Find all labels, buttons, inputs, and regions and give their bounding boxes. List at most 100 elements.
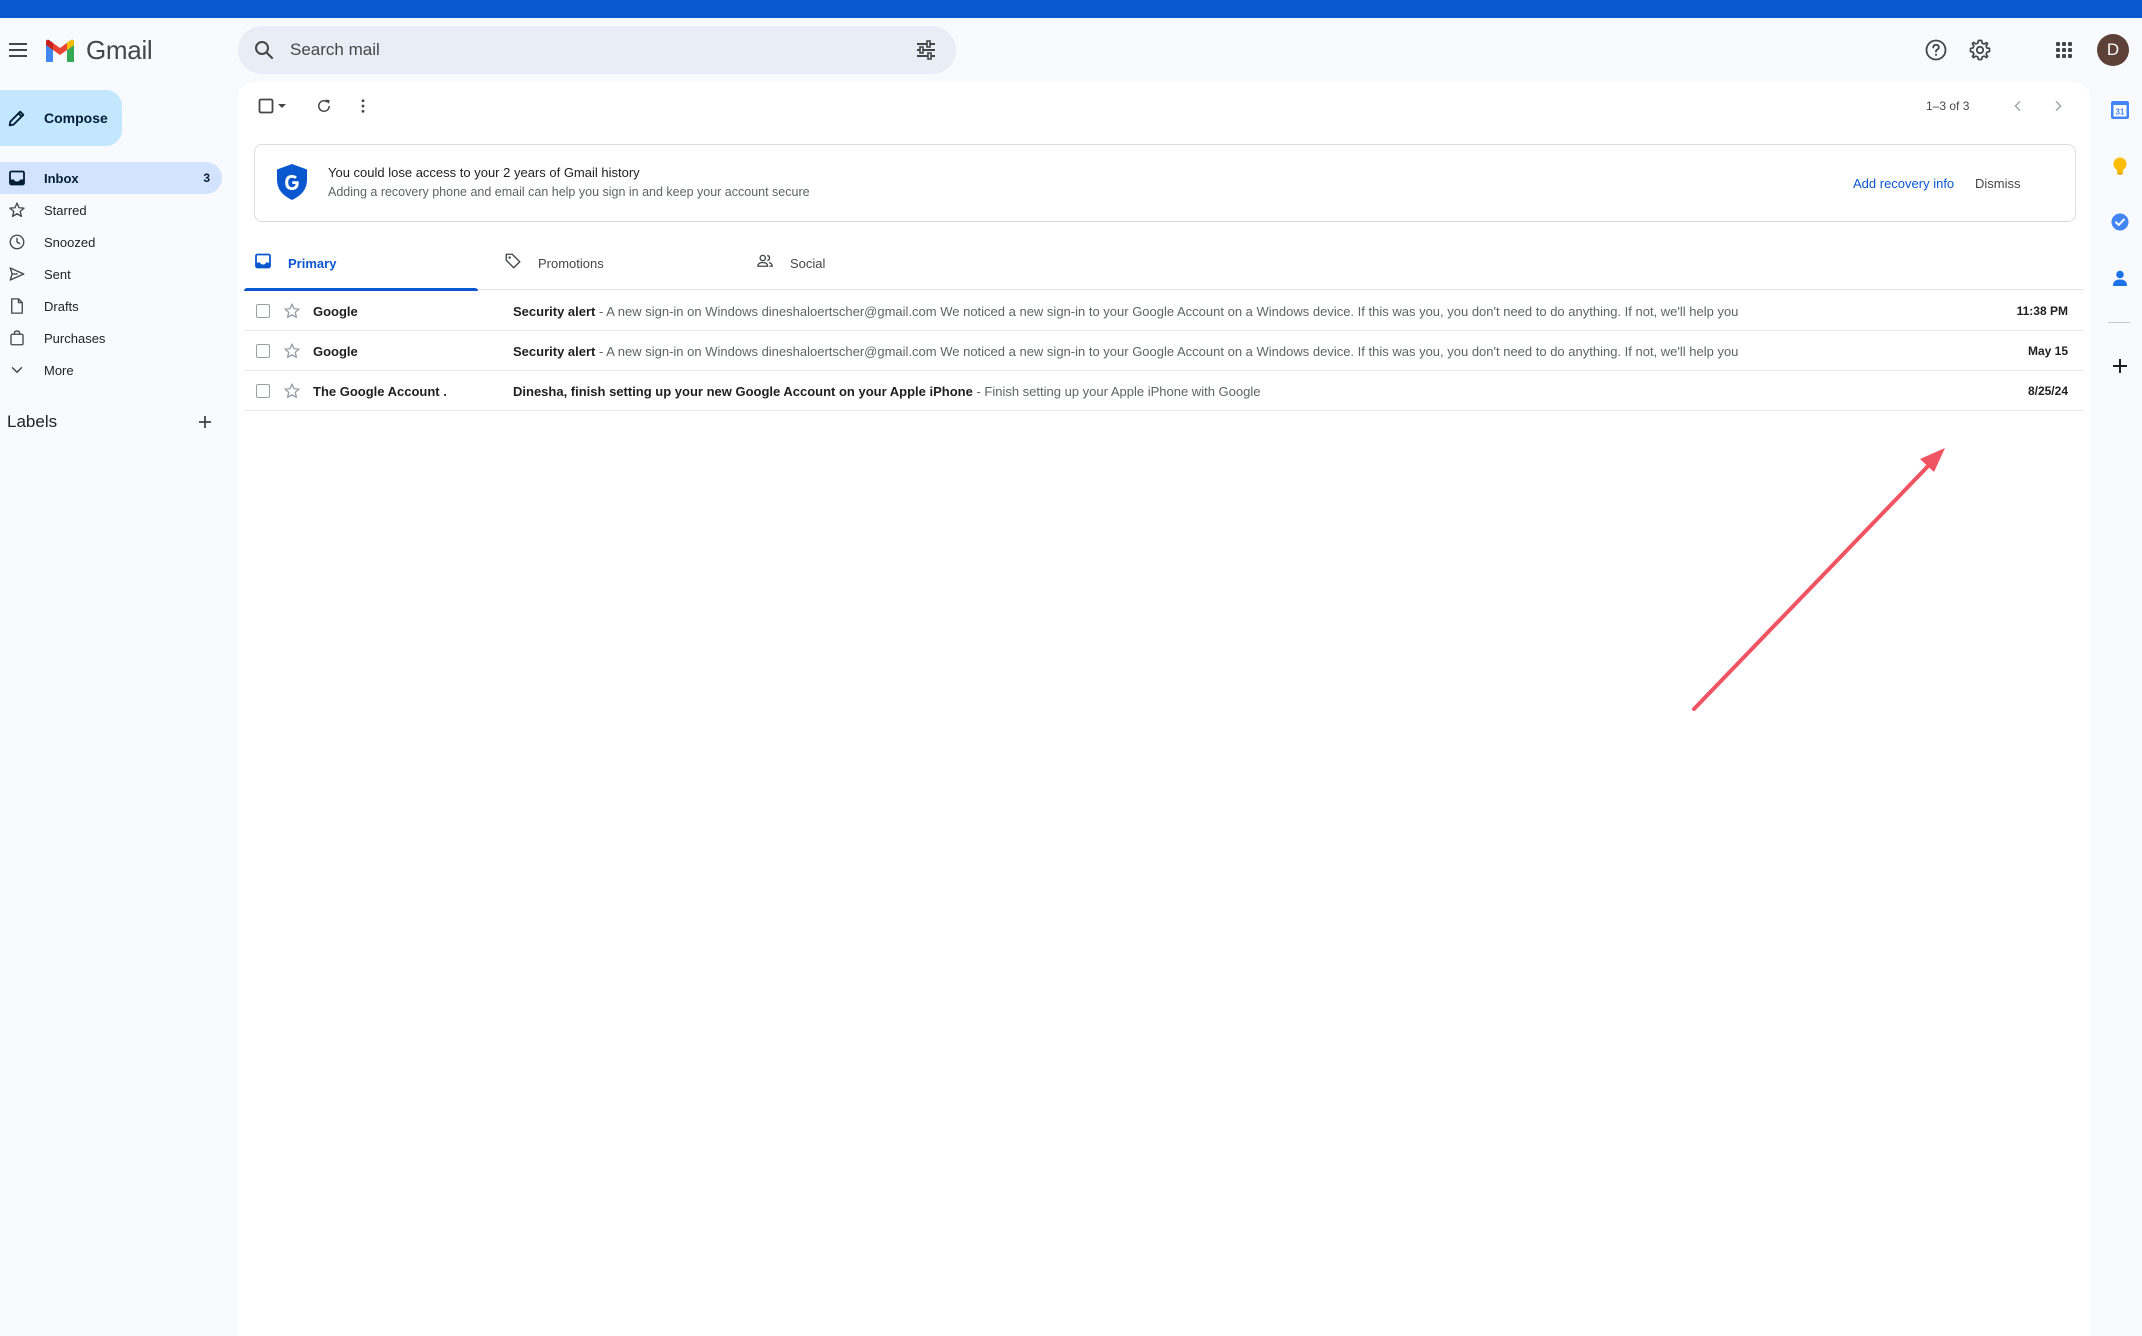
email-subject: Security alert bbox=[513, 344, 596, 359]
search-icon[interactable] bbox=[252, 38, 276, 62]
help-button[interactable] bbox=[1918, 32, 1954, 68]
email-date: 11:38 PM bbox=[2016, 304, 2068, 318]
contacts-app-button[interactable] bbox=[2108, 266, 2132, 290]
select-dropdown[interactable] bbox=[274, 94, 290, 118]
sidebar-item-starred[interactable]: Starred bbox=[0, 194, 222, 226]
star-icon[interactable] bbox=[283, 342, 301, 360]
email-subject: Dinesha, finish setting up your new Goog… bbox=[513, 384, 973, 399]
sidebar-item-label: Inbox bbox=[44, 170, 79, 186]
top-strip bbox=[0, 0, 2142, 18]
email-snippet: - Finish setting up your Apple iPhone wi… bbox=[972, 384, 1261, 399]
lightbulb-icon bbox=[2113, 157, 2127, 175]
banner-subtitle: Adding a recovery phone and email can he… bbox=[328, 185, 810, 199]
gmail-m-icon bbox=[46, 39, 74, 62]
more-vert-icon bbox=[361, 99, 365, 113]
tasks-check-icon bbox=[2111, 213, 2129, 231]
email-row[interactable]: Google Security alert - A new sign-in on… bbox=[244, 291, 2084, 331]
sidebar-item-label: Drafts bbox=[44, 298, 79, 314]
search-options-icon[interactable] bbox=[914, 38, 938, 62]
sidebar-item-purchases[interactable]: Purchases bbox=[0, 322, 222, 354]
tab-primary[interactable]: Primary bbox=[244, 234, 478, 291]
search-input[interactable] bbox=[290, 34, 850, 66]
email-row[interactable]: Google Security alert - A new sign-in on… bbox=[244, 331, 2084, 371]
pencil-icon bbox=[8, 110, 25, 127]
labels-section-header: Labels bbox=[7, 412, 217, 436]
refresh-button[interactable] bbox=[312, 94, 336, 118]
tab-label: Promotions bbox=[538, 256, 604, 271]
tasks-app-button[interactable] bbox=[2108, 210, 2132, 234]
row-checkbox[interactable] bbox=[256, 344, 270, 358]
row-checkbox[interactable] bbox=[256, 384, 270, 398]
people-icon bbox=[757, 254, 773, 267]
calendar-app-button[interactable]: 31 bbox=[2108, 98, 2132, 122]
tab-promotions[interactable]: Promotions bbox=[494, 234, 728, 290]
caret-down-icon bbox=[278, 104, 286, 108]
older-page-button[interactable] bbox=[2046, 94, 2070, 118]
email-content: Security alert - A new sign-in on Window… bbox=[513, 304, 1813, 319]
sidebar-item-sent[interactable]: Sent bbox=[0, 258, 222, 290]
sidebar-item-snoozed[interactable]: Snoozed bbox=[0, 226, 222, 258]
app-name: Gmail bbox=[86, 35, 153, 65]
email-sender: The Google Account . bbox=[313, 384, 447, 399]
star-icon[interactable] bbox=[283, 302, 301, 320]
sidebar-item-drafts[interactable]: Drafts bbox=[0, 290, 222, 322]
compose-label: Compose bbox=[44, 110, 108, 126]
svg-text:31: 31 bbox=[2116, 108, 2125, 117]
recovery-info-banner: You could lose access to your 2 years of… bbox=[254, 144, 2076, 222]
side-panel: 31 bbox=[2100, 82, 2142, 382]
gear-icon bbox=[1969, 39, 1991, 61]
sidebar-item-label: Snoozed bbox=[44, 234, 96, 250]
sidebar-item-label: Starred bbox=[44, 202, 87, 218]
dismiss-button[interactable]: Dismiss bbox=[1975, 176, 2021, 191]
sidebar-item-label: Purchases bbox=[44, 330, 106, 346]
labels-title: Labels bbox=[7, 412, 58, 431]
clock-icon bbox=[8, 233, 26, 251]
draft-file-icon bbox=[8, 297, 26, 315]
keep-app-button[interactable] bbox=[2108, 154, 2132, 178]
row-checkbox[interactable] bbox=[256, 304, 270, 318]
email-date: May 15 bbox=[2027, 344, 2068, 358]
newer-page-button[interactable] bbox=[2006, 94, 2030, 118]
tab-label: Primary bbox=[288, 256, 337, 271]
email-list: Google Security alert - A new sign-in on… bbox=[244, 291, 2084, 411]
chevron-right-icon bbox=[2055, 100, 2062, 112]
shopping-bag-icon bbox=[8, 329, 26, 347]
email-row[interactable]: The Google Account . Dinesha, finish set… bbox=[244, 371, 2084, 411]
add-recovery-info-button[interactable]: Add recovery info bbox=[1853, 176, 1954, 191]
chevron-down-icon bbox=[8, 361, 26, 379]
gmail-logo[interactable]: Gmail bbox=[44, 32, 184, 68]
banner-title: You could lose access to your 2 years of… bbox=[328, 165, 640, 180]
search-bar bbox=[238, 26, 956, 74]
more-options-button[interactable] bbox=[351, 94, 375, 118]
account-avatar[interactable]: D bbox=[2097, 34, 2129, 66]
main-menu-button[interactable] bbox=[4, 36, 32, 64]
sidebar-item-more[interactable]: More bbox=[0, 354, 222, 386]
checkbox-icon bbox=[258, 98, 274, 114]
chevron-left-icon bbox=[2014, 100, 2021, 112]
sidebar-item-label: More bbox=[44, 362, 74, 378]
email-sender: Google bbox=[313, 304, 358, 319]
calendar-icon: 31 bbox=[2111, 101, 2129, 119]
email-content: Security alert - A new sign-in on Window… bbox=[513, 344, 1813, 359]
compose-button[interactable]: Compose bbox=[0, 90, 122, 146]
inbox-icon bbox=[8, 169, 26, 187]
settings-button[interactable] bbox=[1962, 32, 1998, 68]
tab-social[interactable]: Social bbox=[746, 234, 980, 290]
tag-icon bbox=[505, 253, 521, 269]
star-icon[interactable] bbox=[283, 382, 301, 400]
email-subject: Security alert bbox=[513, 304, 596, 319]
add-label-icon[interactable] bbox=[193, 410, 217, 434]
apps-grid-icon bbox=[2056, 42, 2072, 58]
sidebar-nav: Inbox 3 Starred Snoozed Sent Drafts Purc… bbox=[0, 162, 222, 386]
inbox-icon bbox=[255, 253, 271, 269]
google-apps-button[interactable] bbox=[2046, 32, 2082, 68]
tab-label: Social bbox=[790, 256, 826, 271]
refresh-icon bbox=[318, 99, 330, 112]
star-icon bbox=[8, 201, 26, 219]
unread-count: 3 bbox=[203, 171, 210, 185]
plus-icon bbox=[2113, 359, 2127, 373]
category-tabs: Primary Promotions Social bbox=[244, 234, 2084, 291]
email-sender: Google bbox=[313, 344, 358, 359]
get-addons-button[interactable] bbox=[2108, 354, 2132, 378]
sidebar-item-inbox[interactable]: Inbox 3 bbox=[0, 162, 222, 194]
